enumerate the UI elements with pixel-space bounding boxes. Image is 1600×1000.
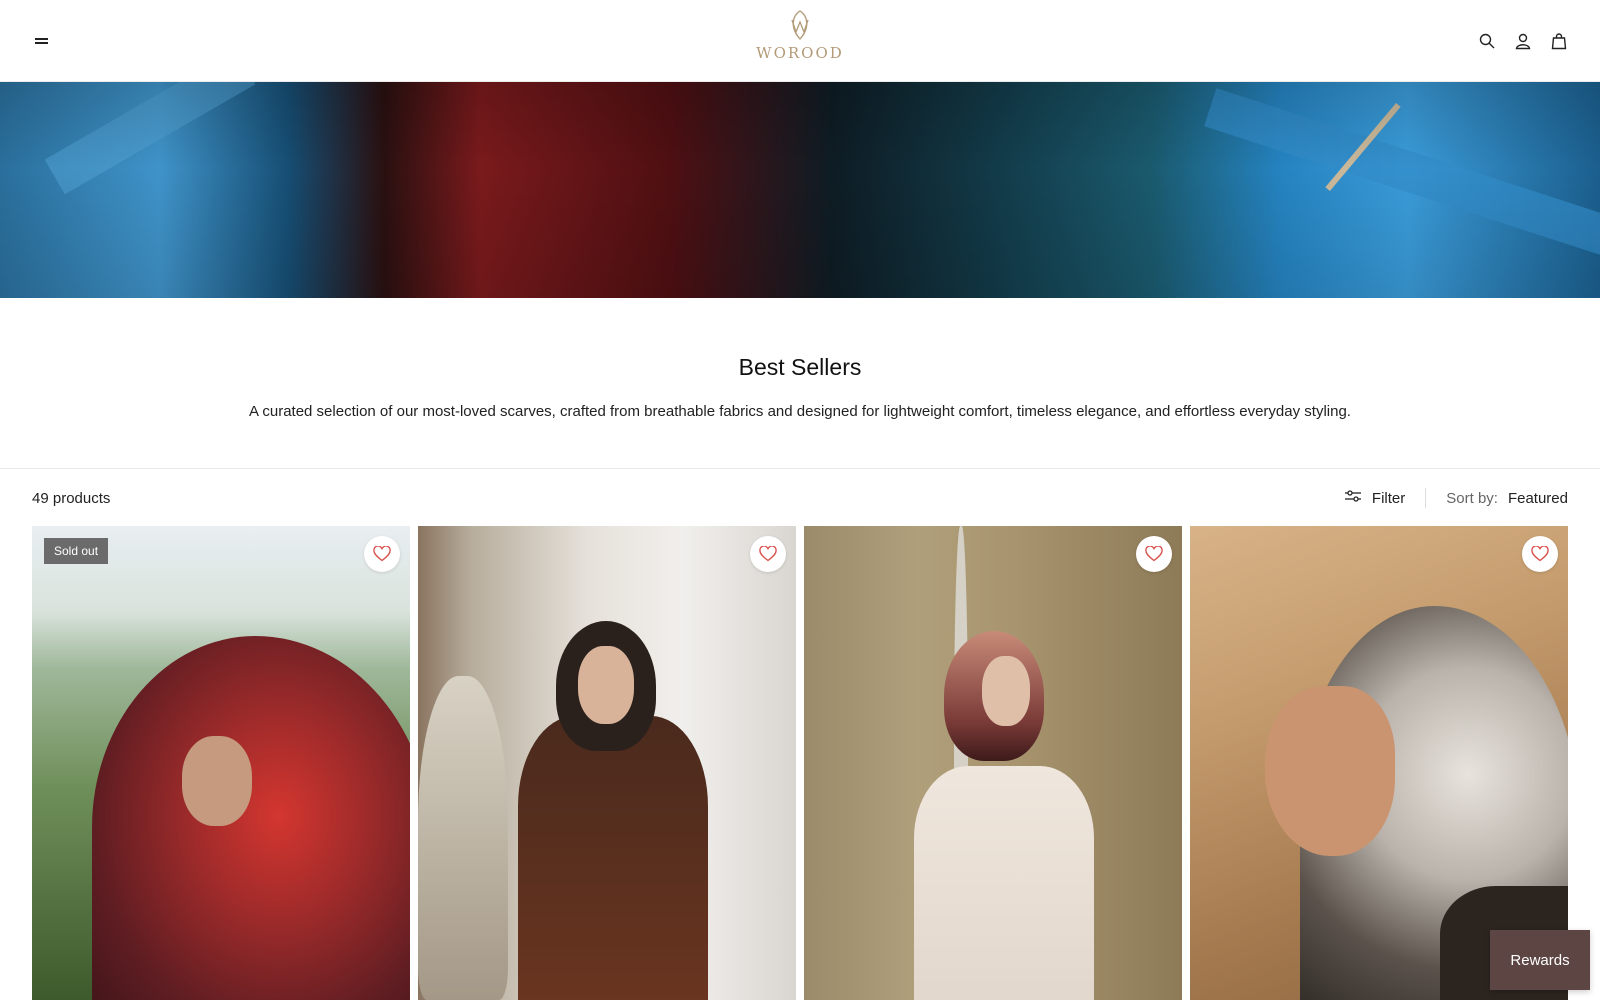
account-icon[interactable] [1512, 30, 1534, 52]
collection-title: Best Sellers [738, 354, 862, 380]
sold-out-badge: Sold out [44, 538, 109, 564]
logo-text: WOROOD [756, 44, 844, 62]
cart-icon[interactable] [1548, 30, 1570, 52]
collection-toolbar: Filter Sort by: Featured [1344, 488, 1568, 508]
filter-button[interactable]: Filter [1344, 489, 1405, 507]
product-image[interactable] [1190, 526, 1568, 1000]
product-card[interactable] [418, 526, 796, 1000]
product-card[interactable] [1190, 526, 1568, 1000]
product-image[interactable] [418, 526, 796, 1000]
hero-shade [0, 82, 1600, 298]
collection-description: A curated selection of our most-loved sc… [249, 403, 1351, 420]
site-header: WOROOD [0, 0, 1600, 82]
logo-emblem-icon [791, 10, 809, 40]
product-image[interactable] [32, 526, 410, 1000]
toolbar-separator [1425, 488, 1427, 508]
hero-banner-image [0, 82, 1600, 298]
sort-label: Sort by: [1446, 489, 1498, 507]
wishlist-heart-icon[interactable] [1522, 536, 1558, 572]
filter-label: Filter [1371, 489, 1406, 507]
rewards-button[interactable]: Rewards [1490, 930, 1590, 990]
product-count: 49 products [32, 490, 111, 507]
product-grid: Sold out [32, 526, 1568, 1000]
wishlist-heart-icon[interactable] [750, 536, 786, 572]
product-image[interactable] [804, 526, 1182, 1000]
product-card[interactable] [804, 526, 1182, 1000]
brand-logo[interactable]: WOROOD [746, 8, 854, 72]
wishlist-heart-icon[interactable] [364, 536, 400, 572]
search-icon[interactable] [1476, 30, 1498, 52]
filter-icon [1344, 489, 1362, 507]
hamburger-menu-icon[interactable] [32, 33, 52, 49]
header-actions [1476, 30, 1570, 52]
section-divider [0, 468, 1600, 469]
product-card[interactable]: Sold out [32, 526, 410, 1000]
sort-select[interactable]: Featured [1508, 490, 1568, 507]
wishlist-heart-icon[interactable] [1136, 536, 1172, 572]
